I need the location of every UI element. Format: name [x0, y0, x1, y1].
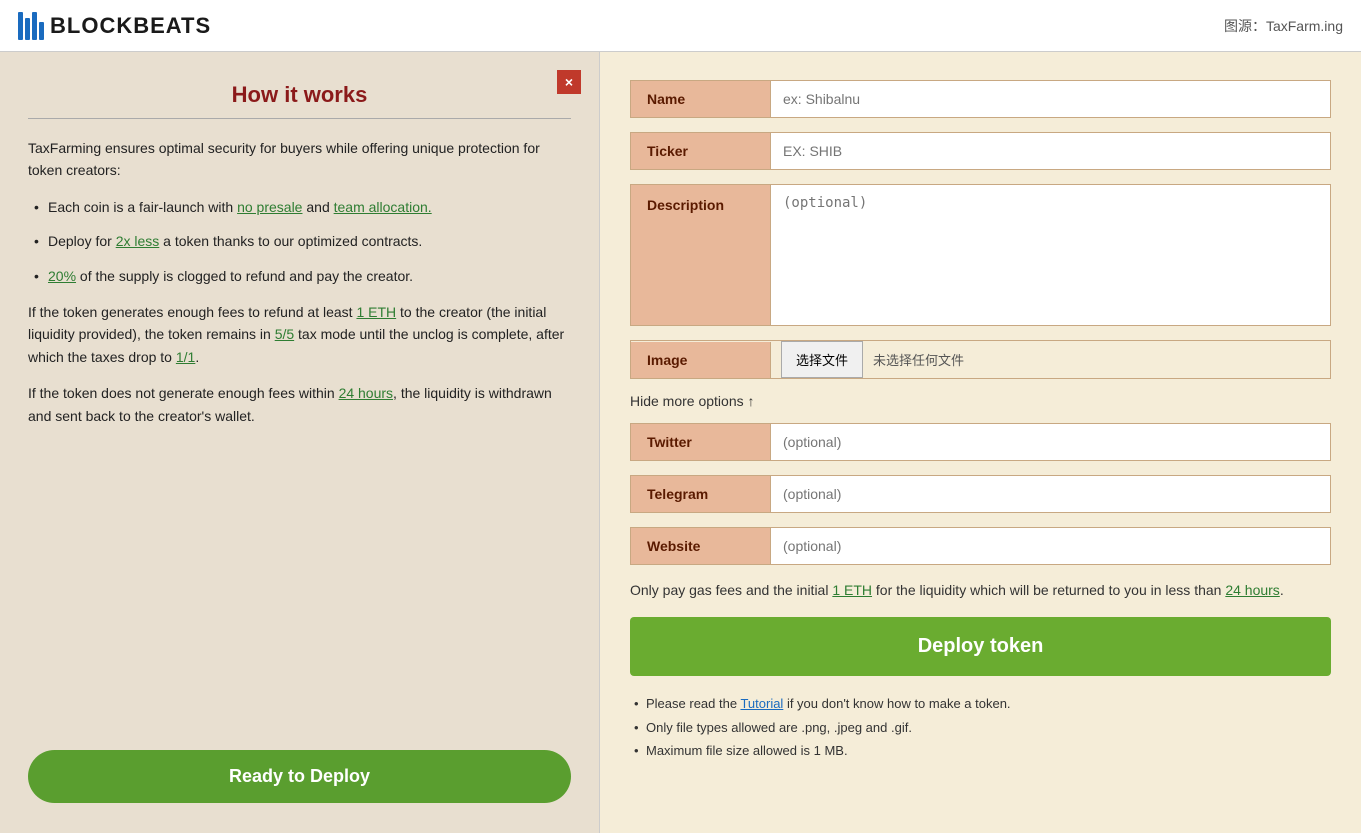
24hours-link[interactable]: 24 hours	[339, 385, 393, 401]
logo-text: BLOCKBEATS	[50, 13, 211, 39]
source-text: 图源：TaxFarm.ing	[1224, 16, 1343, 36]
ticker-label: Ticker	[631, 133, 771, 169]
description-row: Description	[630, 184, 1331, 326]
1eth-link[interactable]: 1 ETH	[356, 304, 396, 320]
tutorial-link[interactable]: Tutorial	[740, 696, 783, 711]
bullet-2-after: a token thanks to our optimized contract…	[159, 233, 422, 249]
deploy-info: Only pay gas fees and the initial 1 ETH …	[630, 579, 1331, 601]
team-allocation-link[interactable]: team allocation.	[334, 199, 432, 215]
left-panel-title: How it works	[28, 82, 571, 108]
twitter-label: Twitter	[631, 424, 771, 460]
logo-bar-2	[25, 18, 30, 40]
telegram-label: Telegram	[631, 476, 771, 512]
note-1: Please read the Tutorial if you don't kn…	[630, 692, 1331, 715]
note-3: Maximum file size allowed is 1 MB.	[630, 739, 1331, 762]
para2: If the token does not generate enough fe…	[28, 382, 571, 427]
ticker-row: Ticker	[630, 132, 1331, 170]
telegram-input[interactable]	[771, 476, 1330, 512]
2x-less-link[interactable]: 2x less	[116, 233, 160, 249]
no-presale-link[interactable]: no presale	[237, 199, 302, 215]
logo: BLOCKBEATS	[18, 12, 211, 40]
note-2-text: Only file types allowed are .png, .jpeg …	[646, 720, 912, 735]
deploy-token-button[interactable]: Deploy token	[630, 617, 1331, 676]
deploy-info-end: .	[1280, 582, 1284, 598]
website-row: Website	[630, 527, 1331, 565]
telegram-row: Telegram	[630, 475, 1331, 513]
bullet-2: Deploy for 2x less a token thanks to our…	[28, 230, 571, 252]
main-container: How it works × TaxFarming ensures optima…	[0, 52, 1361, 833]
twitter-row: Twitter	[630, 423, 1331, 461]
deploy-info-before: Only pay gas fees and the initial	[630, 582, 832, 598]
logo-bar-3	[32, 12, 37, 40]
logo-bar-4	[39, 22, 44, 40]
left-panel: How it works × TaxFarming ensures optima…	[0, 52, 600, 833]
note-1-after: if you don't know how to make a token.	[783, 696, 1010, 711]
choose-file-button[interactable]: 选择文件	[781, 341, 863, 378]
name-row: Name	[630, 80, 1331, 118]
description-label: Description	[631, 185, 771, 325]
intro-text: TaxFarming ensures optimal security for …	[28, 137, 571, 182]
20pct-link[interactable]: 20%	[48, 268, 76, 284]
5-5-link[interactable]: 5/5	[275, 326, 294, 342]
1eth-deploy-link[interactable]: 1 ETH	[832, 582, 872, 598]
hide-options-toggle[interactable]: Hide more options ↑	[630, 393, 1331, 409]
para2-before: If the token does not generate enough fe…	[28, 385, 339, 401]
close-button[interactable]: ×	[557, 70, 581, 94]
website-input[interactable]	[771, 528, 1330, 564]
left-panel-divider	[28, 118, 571, 119]
24hours-deploy-link[interactable]: 24 hours	[1225, 582, 1279, 598]
bullet-1: Each coin is a fair-launch with no presa…	[28, 196, 571, 218]
left-content: TaxFarming ensures optimal security for …	[28, 137, 571, 427]
bullet-1-and: and	[302, 199, 333, 215]
note-2: Only file types allowed are .png, .jpeg …	[630, 716, 1331, 739]
top-bar: BLOCKBEATS 图源：TaxFarm.ing	[0, 0, 1361, 52]
description-textarea[interactable]	[771, 185, 1330, 325]
deploy-info-after: for the liquidity which will be returned…	[872, 582, 1225, 598]
para1-end: .	[195, 349, 199, 365]
note-1-before: Please read the	[646, 696, 740, 711]
logo-bar-1	[18, 12, 23, 40]
name-label: Name	[631, 81, 771, 117]
ready-to-deploy-button[interactable]: Ready to Deploy	[28, 750, 571, 803]
bullets-list: Each coin is a fair-launch with no presa…	[28, 196, 571, 287]
bullet-3: 20% of the supply is clogged to refund a…	[28, 265, 571, 287]
image-label: Image	[631, 342, 771, 378]
notes-list: Please read the Tutorial if you don't kn…	[630, 692, 1331, 762]
bullet-1-text-before: Each coin is a fair-launch with	[48, 199, 237, 215]
image-row: Image 选择文件 未选择任何文件	[630, 340, 1331, 379]
twitter-input[interactable]	[771, 424, 1330, 460]
no-file-chosen-text: 未选择任何文件	[873, 350, 964, 369]
logo-icon	[18, 12, 44, 40]
note-3-text: Maximum file size allowed is 1 MB.	[646, 743, 848, 758]
1-1-link[interactable]: 1/1	[176, 349, 195, 365]
para1-before: If the token generates enough fees to re…	[28, 304, 356, 320]
right-panel: Name Ticker Description Image 选择文件 未选择任何…	[600, 52, 1361, 833]
website-label: Website	[631, 528, 771, 564]
bullet-2-before: Deploy for	[48, 233, 116, 249]
para1: If the token generates enough fees to re…	[28, 301, 571, 368]
bullet-3-after: of the supply is clogged to refund and p…	[76, 268, 413, 284]
ticker-input[interactable]	[771, 133, 1330, 169]
name-input[interactable]	[771, 81, 1330, 117]
hide-options-label: Hide more options ↑	[630, 393, 755, 409]
